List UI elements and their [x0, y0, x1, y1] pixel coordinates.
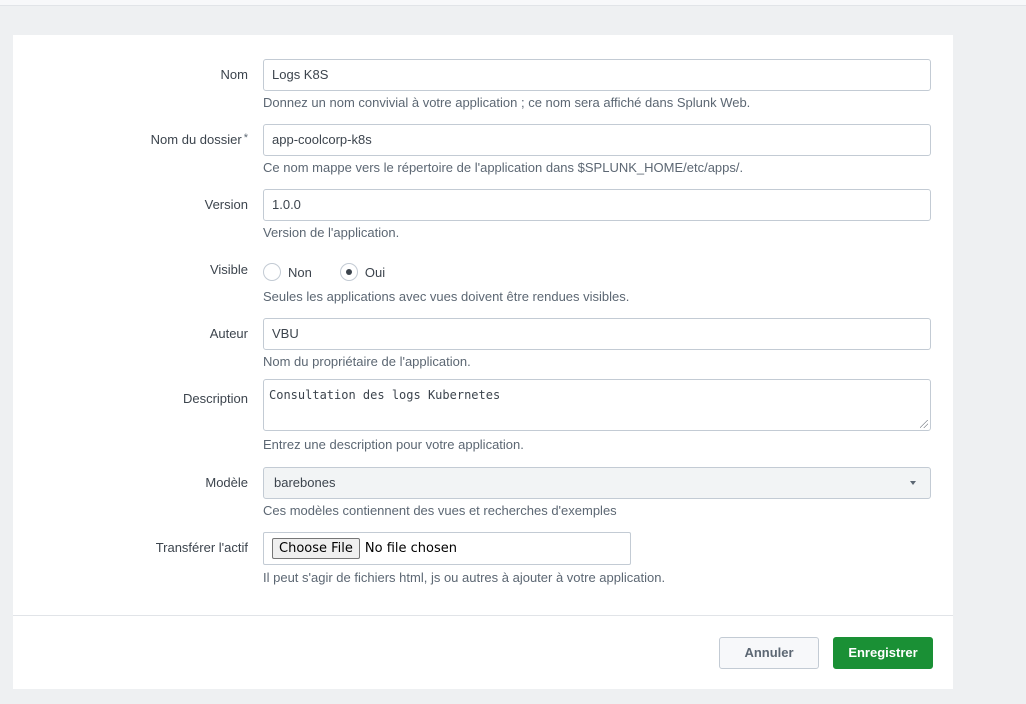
author-label: Auteur: [209, 326, 248, 341]
template-select[interactable]: barebones: [263, 467, 931, 499]
visible-option-oui-label[interactable]: Oui: [365, 265, 385, 280]
description-text: Consultation des logs Kubernetes: [269, 388, 501, 402]
visible-option-non-label[interactable]: Non: [288, 265, 312, 280]
visible-radio-non[interactable]: [263, 263, 281, 281]
chevron-down-icon: [910, 481, 916, 485]
author-help: Nom du propriétaire de l'application.: [263, 354, 471, 369]
version-control: 1.0.0: [263, 189, 931, 221]
template-control: barebones: [263, 467, 931, 499]
visible-radio-group: Non Oui: [263, 263, 413, 281]
description-control: Consultation des logs Kubernetes: [263, 379, 931, 431]
choose-file-button[interactable]: Choose File: [272, 538, 360, 559]
folder-label: Nom du dossier *: [151, 132, 248, 147]
folder-input[interactable]: app-coolcorp-k8s: [263, 124, 931, 156]
author-control: VBU: [263, 318, 931, 350]
save-button[interactable]: Enregistrer: [833, 637, 933, 669]
folder-help: Ce nom mappe vers le répertoire de l'app…: [263, 160, 744, 175]
resize-handle-icon[interactable]: [920, 420, 928, 428]
name-help: Donnez un nom convivial à votre applicat…: [263, 95, 751, 110]
top-bar: [0, 0, 1026, 6]
name-control: Logs K8S: [263, 59, 931, 91]
cancel-button[interactable]: Annuler: [719, 637, 819, 669]
upload-help: Il peut s'agir de fichiers html, js ou a…: [263, 570, 666, 585]
file-status: No file chosen: [364, 541, 457, 556]
template-help: Ces modèles contiennent des vues et rech…: [263, 503, 617, 518]
template-label: Modèle: [205, 475, 248, 490]
author-input[interactable]: VBU: [263, 318, 931, 350]
folder-label-text: Nom du dossier: [150, 132, 242, 147]
description-textarea[interactable]: Consultation des logs Kubernetes: [263, 379, 931, 431]
app-form-panel: Nom Logs K8S Donnez un nom convivial à v…: [13, 35, 953, 689]
upload-label: Transférer l'actif: [155, 540, 248, 555]
name-label: Nom: [220, 67, 248, 82]
form-footer: Annuler Enregistrer: [13, 615, 953, 690]
version-label: Version: [204, 197, 248, 212]
required-mark: *: [243, 132, 248, 144]
visible-label: Visible: [209, 262, 248, 277]
template-select-value: barebones: [274, 475, 336, 490]
folder-control: app-coolcorp-k8s: [263, 124, 931, 156]
name-input[interactable]: Logs K8S: [263, 59, 931, 91]
file-input[interactable]: Choose File No file chosen: [263, 532, 631, 565]
version-input[interactable]: 1.0.0: [263, 189, 931, 221]
visible-help: Seules les applications avec vues doiven…: [263, 289, 630, 304]
description-help: Entrez une description pour votre applic…: [263, 437, 524, 452]
description-label: Description: [182, 391, 248, 406]
visible-radio-oui[interactable]: [339, 263, 358, 281]
upload-control: Choose File No file chosen: [263, 532, 631, 565]
version-help: Version de l'application.: [263, 225, 400, 240]
